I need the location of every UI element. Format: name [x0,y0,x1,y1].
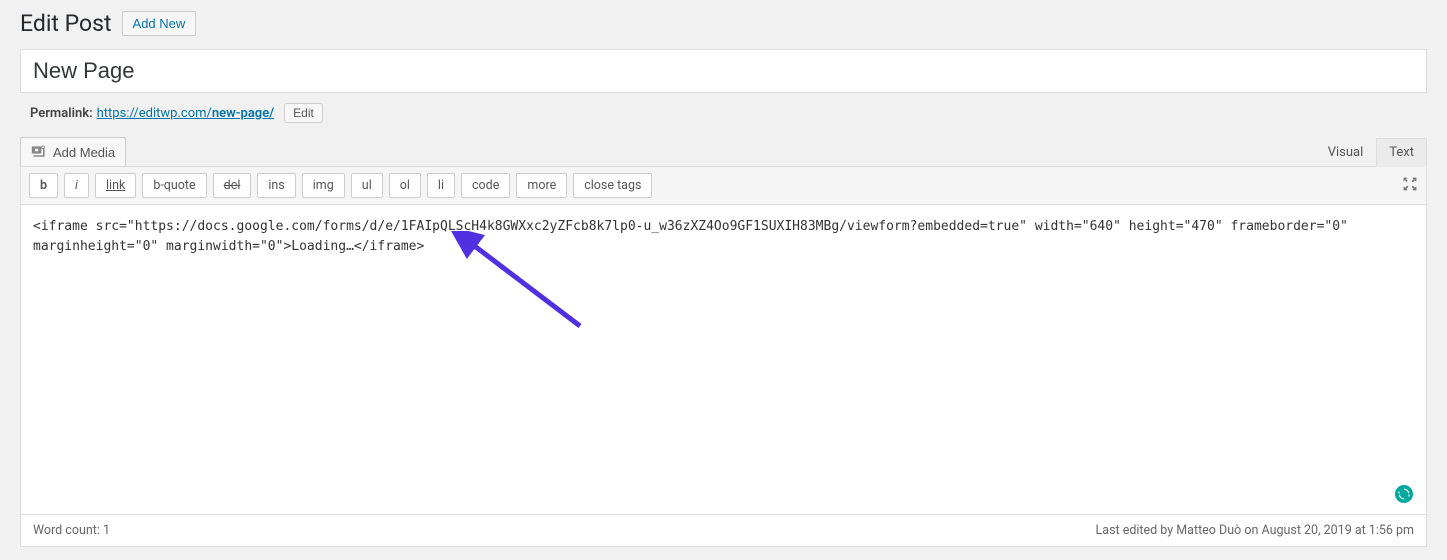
content-textarea[interactable] [21,205,1426,510]
page-title: Edit Post [20,10,112,37]
qt-ol-button[interactable]: ol [389,173,421,198]
tab-text[interactable]: Text [1376,138,1427,167]
qt-italic-button[interactable]: i [64,173,89,198]
qt-del-button[interactable]: del [213,173,252,198]
permalink-link[interactable]: https://editwp.com/new-page/ [97,106,275,121]
qt-bold-button[interactable]: b [29,173,58,198]
editor-box: b i link b-quote del ins img ul ol li co… [20,166,1427,547]
qt-ins-button[interactable]: ins [257,173,295,198]
add-new-button[interactable]: Add New [122,11,197,36]
qt-closetags-button[interactable]: close tags [573,173,652,198]
permalink-label: Permalink: [30,106,93,121]
qt-ul-button[interactable]: ul [351,173,383,198]
post-title-input[interactable] [20,49,1427,93]
qt-img-button[interactable]: img [302,173,345,198]
editor-tabs: Visual Text [1315,138,1427,167]
refresh-icon [1398,488,1410,500]
quicktags-toolbar: b i link b-quote del ins img ul ol li co… [21,167,1426,205]
add-media-label: Add Media [53,145,115,160]
word-count: Word count: 1 [33,523,110,538]
qt-bquote-button[interactable]: b-quote [142,173,206,198]
fullscreen-toggle-button[interactable] [1402,176,1418,196]
qt-code-button[interactable]: code [461,173,510,198]
qt-more-button[interactable]: more [516,173,567,198]
add-media-button[interactable]: Add Media [20,137,126,167]
last-edited: Last edited by Matteo Duò on August 20, … [1096,523,1414,538]
qt-link-button[interactable]: link [95,173,136,198]
permalink-row: Permalink: https://editwp.com/new-page/ … [20,93,1427,137]
permalink-slug: new-page/ [212,106,274,121]
save-indicator [1395,485,1413,503]
status-bar: Word count: 1 Last edited by Matteo Duò … [21,514,1426,546]
tab-visual[interactable]: Visual [1315,138,1377,167]
qt-li-button[interactable]: li [427,173,455,198]
media-icon [31,144,47,160]
permalink-base: https://editwp.com/ [97,106,212,121]
fullscreen-icon [1402,176,1418,192]
edit-slug-button[interactable]: Edit [284,103,323,123]
